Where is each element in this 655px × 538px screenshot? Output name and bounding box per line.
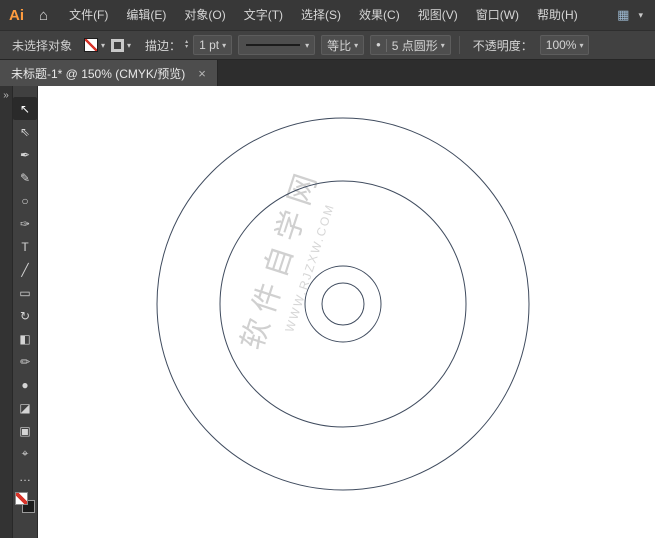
fill-stroke-widget[interactable] [14, 492, 36, 518]
gradient-tool[interactable]: ◧ [13, 327, 37, 350]
zoom-icon: ⌖ [21, 446, 29, 460]
home-icon[interactable]: ⌂ [39, 7, 48, 24]
edit-toolbar-button[interactable]: … [13, 465, 37, 488]
chevron-down-icon[interactable]: ▾ [579, 41, 583, 50]
rotate-icon: ↻ [19, 308, 31, 323]
brush-definition-combo[interactable]: • 5 点圆形 ▾ [370, 35, 451, 55]
pen-tool[interactable]: ✒ [13, 143, 37, 166]
circle-outer[interactable] [156, 117, 530, 491]
eraser-icon: ◪ [19, 400, 31, 415]
circle-middle[interactable] [219, 180, 467, 428]
curvature-tool[interactable]: ✎ [13, 166, 37, 189]
direct-selection-tool[interactable]: ⇖ [13, 120, 37, 143]
selection-status: 未选择对象 [12, 38, 73, 53]
opacity-value: 100% [545, 38, 577, 52]
zoom-tool[interactable]: ⌖ [13, 442, 37, 465]
expand-panels-icon[interactable]: » [0, 90, 12, 102]
stroke-weight-value: 1 pt [199, 38, 220, 52]
pencil-icon: ✏ [19, 354, 31, 369]
close-icon[interactable]: × [198, 66, 206, 81]
circle-inner-ring[interactable] [304, 265, 382, 343]
ellipsis-icon: … [19, 469, 31, 484]
canvas[interactable]: 软件自学网 WWW.RJZXW.COM [38, 86, 655, 538]
opacity-combo[interactable]: 100% ▾ [539, 35, 590, 55]
chevron-down-icon[interactable]: ▾ [101, 41, 105, 50]
document-tab[interactable]: 未标题-1* @ 150% (CMYK/预览) × [0, 60, 218, 86]
blob-brush-tool[interactable]: ● [13, 373, 37, 396]
blob-brush-icon: ● [21, 377, 29, 392]
type-icon: T [21, 239, 29, 254]
chevron-down-icon[interactable]: ▾ [354, 41, 358, 50]
chevron-down-icon[interactable]: ▾ [441, 41, 445, 50]
menu-window[interactable]: 窗口(W) [467, 0, 528, 30]
separator [458, 36, 460, 54]
collapsed-panel-rail: » [0, 86, 13, 538]
menu-object[interactable]: 对象(O) [175, 0, 234, 30]
rectangle-icon: ▭ [19, 285, 31, 300]
chevron-down-icon[interactable]: ▾ [638, 10, 643, 21]
stroke-weight-combo[interactable]: 1 pt ▾ [193, 35, 233, 55]
ellipse-icon: ○ [21, 193, 29, 208]
app-logo[interactable]: Ai [9, 7, 24, 24]
line-icon: ╱ [21, 262, 29, 277]
curvature-icon: ✎ [19, 170, 31, 185]
menu-edit[interactable]: 编辑(E) [117, 0, 175, 30]
chevron-down-icon[interactable]: ▾ [222, 41, 226, 50]
chevron-down-icon[interactable]: ▾ [127, 41, 131, 50]
selection-tool[interactable]: ↖ [13, 97, 37, 120]
document-tab-bar: 未标题-1* @ 150% (CMYK/预览) × [0, 60, 655, 86]
stroke-line-preview-icon [246, 44, 301, 46]
workspace-switcher-icon[interactable]: ▦ [617, 7, 629, 23]
menu-view[interactable]: 视图(V) [409, 0, 467, 30]
menu-bar: Ai ⌂ 文件(F) 编辑(E) 对象(O) 文字(T) 选择(S) 效果(C)… [0, 0, 655, 30]
menu-effect[interactable]: 效果(C) [350, 0, 409, 30]
menu-select[interactable]: 选择(S) [292, 0, 350, 30]
chevron-down-icon[interactable]: ▾ [305, 41, 309, 50]
artboard-icon: ▣ [19, 423, 31, 438]
stepper-down-icon[interactable]: ▾ [185, 44, 188, 50]
brush-dot-icon: • [376, 37, 381, 52]
circle-inner-hole[interactable] [321, 282, 365, 326]
artwork [156, 117, 530, 491]
opacity-label: 不透明度： [472, 38, 533, 53]
paintbrush-icon: ✑ [19, 216, 31, 231]
tools-panel: ↖ ⇖ ✒ ✎ ○ ✑ T ╱ ▭ ↻ ◧ ✏ ● ◪ ▣ ⌖ … [13, 86, 38, 538]
stroke-style-combo[interactable]: ▾ [238, 35, 316, 55]
rectangle-tool[interactable]: ▭ [13, 281, 37, 304]
control-bar: 未选择对象 ▾ ▾ 描边： ▴ ▾ 1 pt ▾ ▾ 等比 ▾ • 5 点圆形 … [0, 30, 655, 60]
eraser-tool[interactable]: ◪ [13, 396, 37, 419]
gradient-icon: ◧ [19, 331, 31, 346]
selection-icon: ↖ [19, 101, 31, 116]
artboard-tool[interactable]: ▣ [13, 419, 37, 442]
width-profile-combo[interactable]: 等比 ▾ [321, 35, 365, 55]
paintbrush-tool[interactable]: ✑ [13, 212, 37, 235]
fill-none-indicator[interactable] [15, 492, 28, 505]
pencil-tool[interactable]: ✏ [13, 350, 37, 373]
menu-help[interactable]: 帮助(H) [528, 0, 587, 30]
fill-none-swatch[interactable] [84, 38, 99, 52]
menu-file[interactable]: 文件(F) [60, 0, 117, 30]
stroke-color-control[interactable]: ▾ [111, 38, 131, 52]
stroke-swatch-icon[interactable] [111, 38, 125, 52]
pen-icon: ✒ [19, 147, 31, 162]
type-tool[interactable]: T [13, 235, 37, 258]
menu-type[interactable]: 文字(T) [235, 0, 292, 30]
fill-color-control[interactable]: ▾ [84, 38, 105, 52]
stroke-weight-label: 描边： [145, 38, 182, 53]
stroke-weight-stepper[interactable]: ▴ ▾ [185, 39, 188, 50]
width-profile-value: 等比 [327, 38, 352, 53]
rotate-tool[interactable]: ↻ [13, 304, 37, 327]
ellipse-tool[interactable]: ○ [13, 189, 37, 212]
direct-selection-icon: ⇖ [19, 124, 31, 139]
separator [385, 38, 387, 52]
menu-bar-right: ▦ ▾ [617, 7, 643, 23]
line-tool[interactable]: ╱ [13, 258, 37, 281]
document-title: 未标题-1* @ 150% (CMYK/预览) [11, 66, 186, 81]
main-menus: 文件(F) 编辑(E) 对象(O) 文字(T) 选择(S) 效果(C) 视图(V… [60, 0, 587, 30]
brush-name-value: 5 点圆形 [391, 38, 438, 53]
